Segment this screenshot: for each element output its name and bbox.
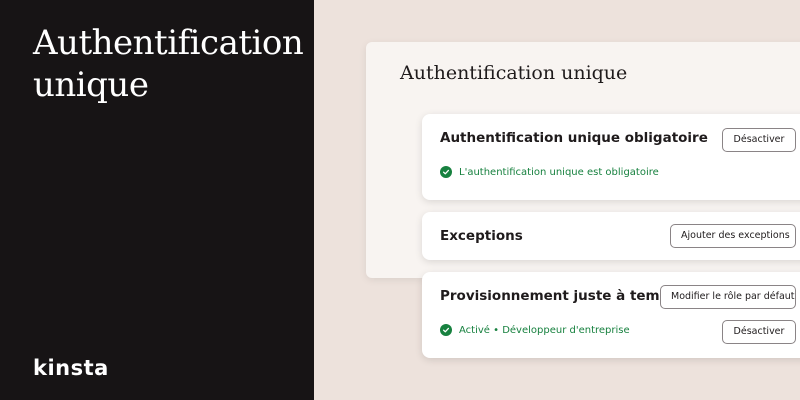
kinsta-logo: kinsta bbox=[33, 356, 109, 380]
sso-status: L'authentification unique est obligatoir… bbox=[440, 166, 659, 178]
card-title: Authentification unique obligatoire bbox=[440, 130, 708, 146]
jit-provisioning-card: Provisionnement juste à temps Modifier l… bbox=[422, 272, 800, 358]
status-text: Activé • Développeur d'entreprise bbox=[459, 324, 630, 336]
check-circle-icon bbox=[440, 166, 452, 178]
card-title: Exceptions bbox=[440, 228, 523, 244]
sso-required-card: Authentification unique obligatoire Désa… bbox=[422, 114, 800, 200]
exceptions-card: Exceptions Ajouter des exceptions bbox=[422, 212, 800, 260]
card-title: Provisionnement juste à temps bbox=[440, 288, 678, 304]
panel-title: Authentification unique bbox=[400, 62, 628, 84]
disable-jit-button[interactable]: Désactiver bbox=[722, 320, 796, 344]
left-banner: Authentification unique kinsta bbox=[0, 0, 314, 400]
modify-default-role-button[interactable]: Modifier le rôle par défaut bbox=[660, 285, 796, 309]
jit-status: Activé • Développeur d'entreprise bbox=[440, 324, 630, 336]
check-circle-icon bbox=[440, 324, 452, 336]
add-exceptions-button[interactable]: Ajouter des exceptions bbox=[670, 224, 796, 248]
status-text: L'authentification unique est obligatoir… bbox=[459, 166, 659, 178]
hero-title: Authentification unique bbox=[33, 23, 304, 105]
disable-sso-button[interactable]: Désactiver bbox=[722, 128, 796, 152]
